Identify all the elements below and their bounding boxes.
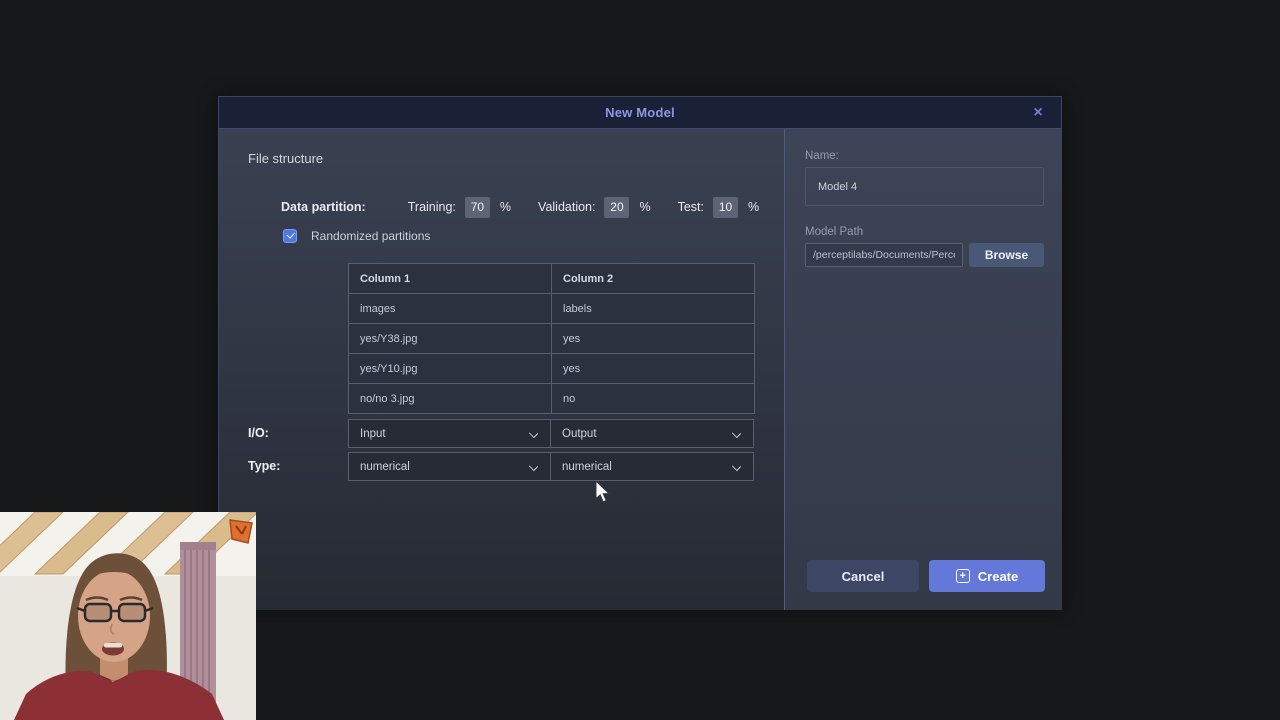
chevron-down-icon	[529, 462, 538, 471]
io-column2-dropdown[interactable]: Output	[550, 419, 754, 448]
io-column1-dropdown[interactable]: Input	[348, 419, 551, 448]
file-preview-table: Column 1 Column 2 images labels yes/Y38.…	[348, 263, 755, 414]
browse-button[interactable]: Browse	[969, 243, 1044, 267]
randomized-partitions-checkbox[interactable]	[283, 229, 297, 243]
io-row: I/O: Input Output	[219, 419, 784, 448]
type-label: Type:	[248, 459, 280, 473]
curtain	[180, 542, 216, 702]
type-row: Type: numerical numerical	[219, 452, 784, 481]
column-1-header: Column 1	[349, 264, 552, 294]
dialog-header: New Model ×	[219, 97, 1061, 129]
table-cell: no/no 3.jpg	[349, 384, 552, 414]
training-label: Training:	[408, 200, 456, 214]
randomized-partitions-label: Randomized partitions	[311, 229, 430, 243]
model-name-input[interactable]	[805, 167, 1044, 206]
model-path-label: Model Path	[805, 226, 863, 238]
validation-label: Validation:	[538, 200, 595, 214]
file-structure-pane: File structure Data partition: Training:…	[219, 129, 784, 610]
table-cell: yes/Y10.jpg	[349, 354, 552, 384]
type-column1-dropdown[interactable]: numerical	[348, 452, 551, 481]
table-row: images labels	[349, 294, 755, 324]
table-row: no/no 3.jpg no	[349, 384, 755, 414]
io-column2-value: Output	[562, 428, 597, 440]
test-input[interactable]	[713, 197, 738, 218]
training-input[interactable]	[465, 197, 490, 218]
new-model-dialog: New Model × File structure Data partitio…	[218, 96, 1062, 610]
model-settings-pane: Name: Model Path Browse Cancel + Create	[784, 129, 1062, 610]
io-label: I/O:	[248, 426, 269, 440]
validation-field: Validation: %	[538, 197, 651, 218]
training-field: Training: %	[408, 197, 511, 218]
randomized-partitions-row: Randomized partitions	[283, 229, 430, 243]
dialog-title: New Model	[605, 105, 675, 120]
io-column1-value: Input	[360, 428, 386, 440]
table-cell: images	[349, 294, 552, 324]
type-column2-dropdown[interactable]: numerical	[550, 452, 754, 481]
table-row: yes/Y10.jpg yes	[349, 354, 755, 384]
name-label: Name:	[805, 150, 839, 162]
table-cell: yes	[552, 354, 755, 384]
test-field: Test: %	[678, 197, 760, 218]
data-partition-label: Data partition:	[281, 200, 366, 214]
mouse-cursor	[595, 481, 613, 505]
chevron-down-icon	[529, 429, 538, 438]
table-header-row: Column 1 Column 2	[349, 264, 755, 294]
table-cell: no	[552, 384, 755, 414]
validation-unit: %	[639, 200, 650, 214]
webcam-overlay	[0, 512, 256, 720]
training-unit: %	[500, 200, 511, 214]
model-path-input[interactable]	[805, 243, 963, 267]
table-cell: yes/Y38.jpg	[349, 324, 552, 354]
table-cell: labels	[552, 294, 755, 324]
sticker-logo	[230, 520, 252, 543]
type-column2-value: numerical	[562, 461, 612, 473]
plus-icon: +	[956, 569, 970, 583]
create-button[interactable]: + Create	[929, 560, 1045, 592]
validation-input[interactable]	[604, 197, 629, 218]
close-icon[interactable]: ×	[1025, 97, 1051, 129]
section-title: File structure	[248, 151, 323, 166]
type-column1-value: numerical	[360, 461, 410, 473]
table-cell: yes	[552, 324, 755, 354]
table-row: yes/Y38.jpg yes	[349, 324, 755, 354]
data-partition-row: Data partition: Training: % Validation: …	[281, 196, 786, 218]
test-unit: %	[748, 200, 759, 214]
column-2-header: Column 2	[552, 264, 755, 294]
cancel-button[interactable]: Cancel	[807, 560, 919, 592]
chevron-down-icon	[732, 429, 741, 438]
create-button-label: Create	[978, 569, 1018, 584]
test-label: Test:	[678, 200, 704, 214]
chevron-down-icon	[732, 462, 741, 471]
